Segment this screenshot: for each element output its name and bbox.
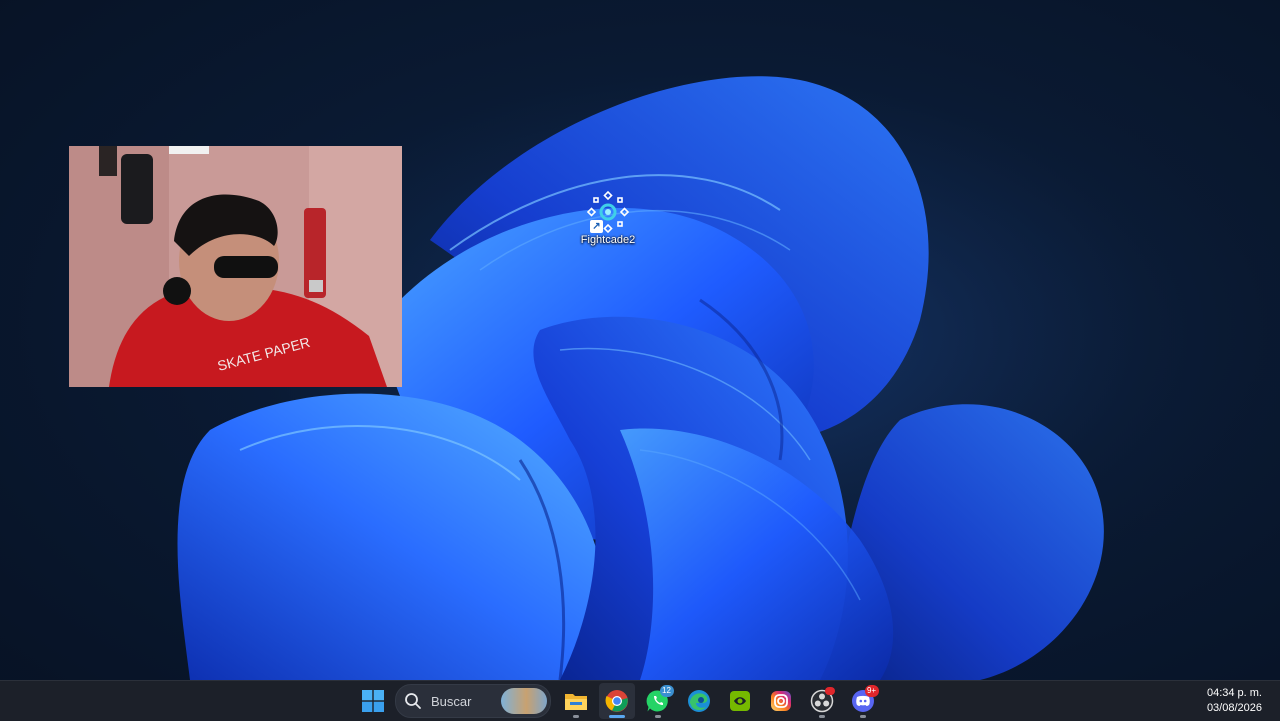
clock-date: 03/08/2026: [1206, 702, 1262, 714]
instagram-icon: [770, 691, 791, 711]
chrome-icon: [605, 690, 628, 712]
search-highlight-image: [501, 688, 547, 714]
whatsapp-badge: 12: [659, 685, 674, 697]
taskbar-app-chrome[interactable]: [598, 683, 635, 719]
discord-badge: 9+: [864, 685, 879, 697]
taskbar-center: Buscar 12 9+: [352, 681, 883, 721]
active-indicator: [608, 715, 625, 718]
running-indicator: [654, 715, 661, 718]
recording-dot: [824, 687, 835, 695]
taskbar-app-instagram[interactable]: [763, 683, 799, 719]
running-indicator: [859, 715, 866, 718]
windows-start-icon: [361, 690, 384, 712]
taskbar-app-nvidia[interactable]: [722, 683, 758, 719]
edge-icon: [687, 690, 710, 712]
system-clock[interactable]: 04:34 p. m. 03/08/2026: [1207, 686, 1262, 716]
folder-icon: [564, 694, 587, 710]
search-placeholder: Buscar: [431, 693, 472, 709]
nvidia-icon: [729, 691, 750, 711]
taskbar-app-obs[interactable]: [804, 683, 840, 719]
fightcade-icon: ↗: [586, 190, 630, 234]
running-indicator: [572, 715, 579, 718]
start-button[interactable]: [355, 683, 391, 719]
taskbar: Buscar 12 9+ 04:34 p. m. 03/08/2026: [0, 680, 1280, 721]
webcam-overlay: SKATE PAPER: [69, 146, 402, 387]
taskbar-app-file-explorer[interactable]: [558, 683, 594, 719]
desktop[interactable]: ↗ Fightcade2 SKATE PAPER: [0, 0, 1280, 680]
desktop-icon-label: Fightcade2: [580, 234, 636, 246]
search-icon: [405, 693, 421, 709]
running-indicator: [818, 715, 825, 718]
taskbar-search[interactable]: Buscar: [395, 684, 551, 718]
taskbar-app-discord[interactable]: 9+: [845, 683, 881, 719]
taskbar-app-edge[interactable]: [681, 683, 717, 719]
shortcut-arrow-icon: ↗: [590, 220, 603, 233]
taskbar-app-whatsapp[interactable]: 12: [640, 683, 676, 719]
desktop-shortcut-fightcade2[interactable]: ↗ Fightcade2: [570, 190, 646, 260]
clock-time: 04:34 p. m.: [1206, 687, 1262, 699]
